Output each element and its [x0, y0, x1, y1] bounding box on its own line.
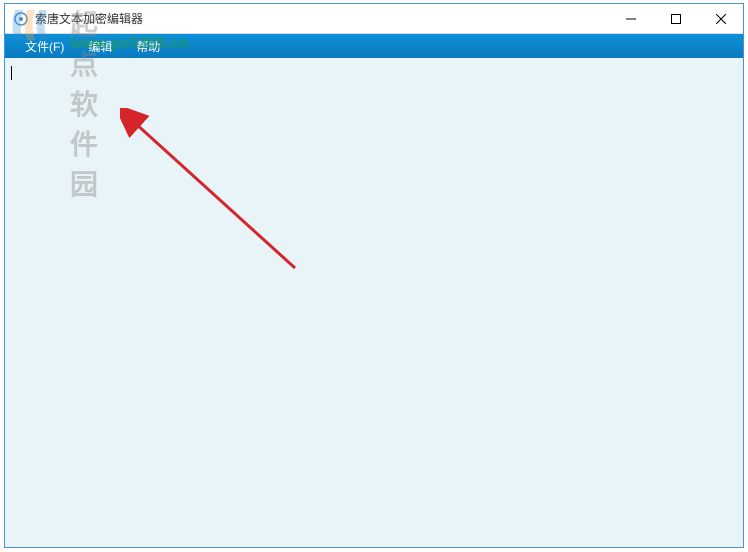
arrow-annotation [120, 108, 320, 291]
maximize-button[interactable] [653, 4, 698, 34]
titlebar: 索唐文本加密编辑器 [5, 4, 743, 34]
minimize-button[interactable] [608, 4, 653, 34]
app-icon [13, 11, 29, 27]
close-button[interactable] [698, 4, 743, 34]
menubar: 文件(F) 编辑 帮助 [5, 34, 743, 58]
application-window: 索唐文本加密编辑器 文件(F) 编辑 帮助 [4, 3, 744, 548]
window-title: 索唐文本加密编辑器 [35, 10, 608, 27]
menu-edit[interactable]: 编辑 [76, 34, 124, 59]
text-editor-area[interactable] [5, 58, 743, 547]
text-cursor [11, 66, 12, 80]
menu-help[interactable]: 帮助 [124, 34, 172, 59]
menu-file[interactable]: 文件(F) [13, 34, 76, 59]
window-controls [608, 4, 743, 33]
